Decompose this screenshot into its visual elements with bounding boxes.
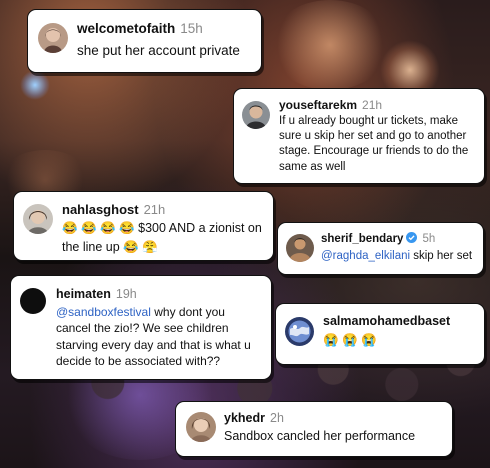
comment-timestamp: 19h [115, 287, 137, 301]
avatar[interactable] [285, 317, 314, 346]
comment-username[interactable]: youseftarekm [279, 98, 357, 112]
user-photo-woman-icon [23, 204, 53, 234]
comment-card: salmamohamedbaset 😭 😭 😭 [275, 303, 485, 365]
comment-username[interactable]: salmamohamedbaset [323, 314, 450, 328]
comment-username[interactable]: heimaten [56, 287, 111, 301]
stage-light [270, 0, 390, 90]
comment-username[interactable]: welcometofaith [77, 21, 175, 36]
comment-timestamp: 15h [180, 21, 203, 36]
stage-light [20, 70, 50, 100]
avatar[interactable] [23, 204, 53, 234]
user-photo-woman-icon [186, 412, 216, 442]
user-photo-man-icon [242, 101, 270, 129]
mention-link[interactable]: @sandboxfestival [56, 305, 151, 319]
comment-username[interactable]: ykhedr [224, 411, 265, 425]
avatar[interactable] [286, 234, 314, 262]
user-photo-dark-icon [20, 288, 46, 314]
comment-text: skip her set [410, 250, 473, 262]
avatar[interactable] [186, 412, 216, 442]
user-photo-woman-icon [38, 23, 68, 53]
user-photo-globe-icon [285, 317, 314, 346]
comment-card: welcometofaith 15h she put her account p… [27, 9, 262, 73]
comment-text: If u already bought ur tickets, make sur… [279, 115, 469, 173]
comment-text: Sandbox cancled her performance [224, 429, 416, 443]
comment-text-line: the line up 😂 😤 [62, 239, 158, 254]
comment-text-line: 😂 😂 😂 😂 $300 AND a zionist on [62, 221, 262, 235]
comment-username[interactable]: sherif_bendary [321, 233, 403, 245]
comment-card: nahlasghost 21h 😂 😂 😂 😂 $300 AND a zioni… [13, 191, 274, 261]
comment-card: sherif_bendary 5h @raghda_elkilani skip … [277, 222, 484, 275]
comment-card: ykhedr 2h Sandbox cancled her performanc… [175, 401, 453, 457]
avatar[interactable] [20, 288, 46, 314]
user-photo-man-icon [286, 234, 314, 262]
comment-reactions: 😭 😭 😭 [323, 333, 377, 347]
comment-card: heimaten 19h @sandboxfestival why dont y… [10, 275, 272, 380]
comment-timestamp: 2h [270, 411, 284, 425]
comment-timestamp: 5h [422, 233, 436, 245]
comment-text: she put her account private [77, 43, 240, 58]
comment-card: youseftarekm 21h If u already bought ur … [233, 88, 485, 184]
mention-link[interactable]: @raghda_elkilani [321, 250, 410, 262]
avatar[interactable] [242, 101, 270, 129]
verified-badge-icon [406, 232, 418, 246]
comment-timestamp: 21h [143, 202, 166, 217]
comment-username[interactable]: nahlasghost [62, 202, 139, 217]
avatar[interactable] [38, 23, 68, 53]
comment-timestamp: 21h [362, 98, 383, 112]
